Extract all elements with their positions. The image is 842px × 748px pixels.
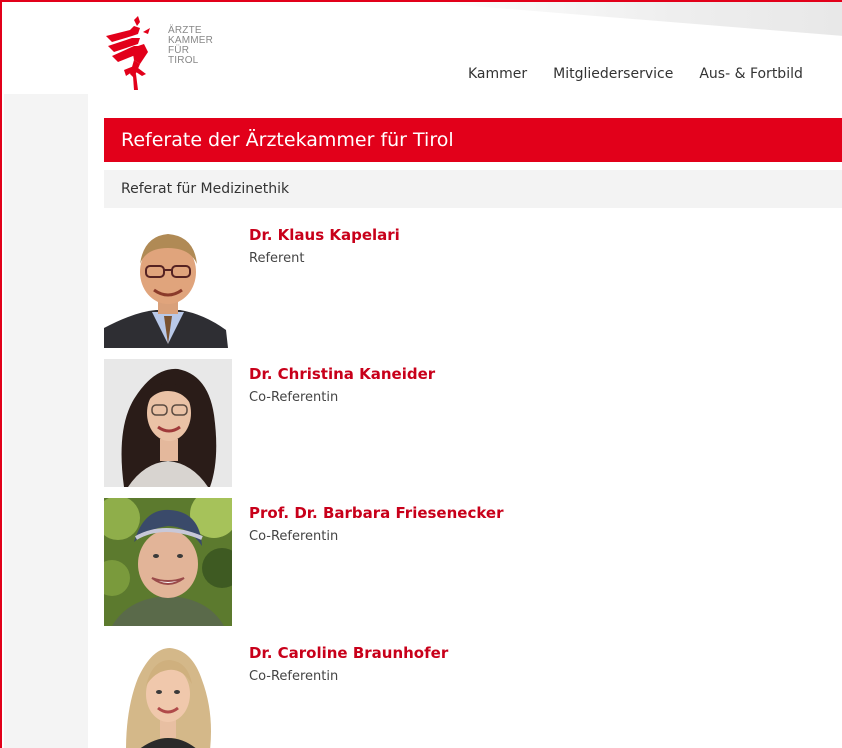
person-name-link[interactable]: Dr. Christina Kaneider (249, 365, 435, 383)
page-title: Referate der Ärztekammer für Tirol (121, 129, 454, 151)
portrait-photo (104, 498, 232, 626)
person-role: Referent (249, 251, 305, 266)
aerztekammer-logo[interactable]: ÄRZTE KAMMER FÜR TIROL (104, 16, 213, 90)
portrait-photo (104, 359, 232, 487)
page-title-bar: Referate der Ärztekammer für Tirol (104, 118, 842, 162)
page-frame: ÄRZTE KAMMER FÜR TIROL Kammer Mitglieder… (0, 0, 842, 748)
person-entry: Prof. Dr. Barbara Friesenecker Co-Refere… (104, 498, 842, 628)
logo-line: TIROL (168, 55, 199, 66)
person-name-link[interactable]: Dr. Caroline Braunhofer (249, 644, 448, 662)
section-title: Referat für Medizinethik (121, 181, 290, 197)
nav-item-aus-fortbildung[interactable]: Aus- & Fortbild (699, 66, 803, 86)
person-role: Co-Referentin (249, 390, 339, 405)
person-entry: Dr. Christina Kaneider Co-Referentin (104, 359, 842, 489)
nav-item-mitgliederservice[interactable]: Mitgliederservice (553, 66, 673, 86)
person-entry: Dr. Caroline Braunhofer Co-Referentin (104, 638, 842, 748)
logo-wordmark: ÄRZTE KAMMER FÜR TIROL (168, 26, 213, 66)
person-role: Co-Referentin (249, 529, 339, 544)
eagle-icon (106, 16, 150, 90)
main-navigation: Kammer Mitgliederservice Aus- & Fortbild (468, 66, 829, 86)
person-name-link[interactable]: Dr. Klaus Kapelari (249, 226, 400, 244)
person-name-link[interactable]: Prof. Dr. Barbara Friesenecker (249, 504, 504, 522)
header-decoration (422, 2, 842, 36)
section-heading-bar: Referat für Medizinethik (104, 170, 842, 208)
portrait-photo (104, 220, 232, 348)
portrait-photo (104, 638, 232, 748)
person-role: Co-Referentin (249, 669, 339, 684)
left-margin (4, 94, 88, 748)
person-entry: Dr. Klaus Kapelari Referent (104, 220, 842, 350)
nav-item-kammer[interactable]: Kammer (468, 66, 527, 86)
